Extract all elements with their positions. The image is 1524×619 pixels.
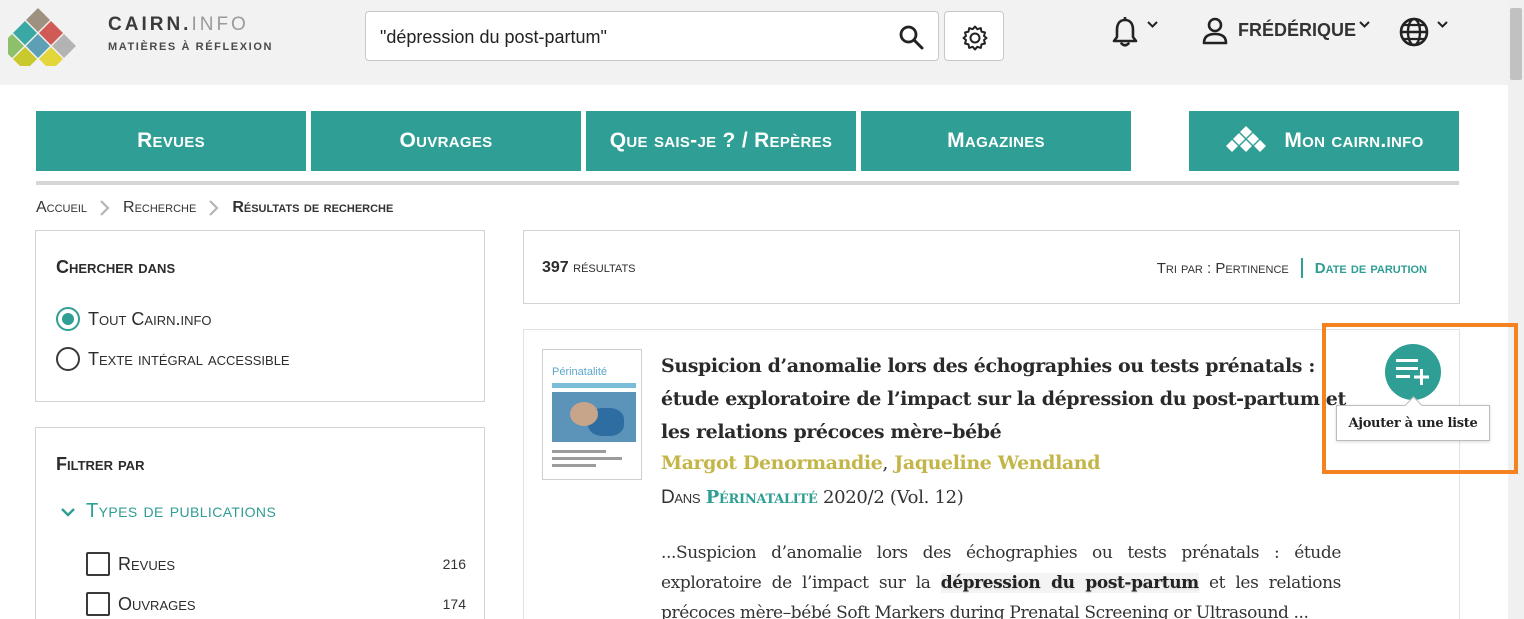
search-icon[interactable] [898, 24, 924, 50]
radio-full-text[interactable]: Texte intégral accessible [56, 347, 290, 371]
filter-title: Filtrer par [56, 454, 145, 474]
filter-option-count: 216 [442, 556, 466, 572]
cover-photo [552, 392, 636, 442]
chevron-down-icon [1147, 21, 1158, 28]
playlist-add-icon [1396, 359, 1429, 385]
cover-line [552, 464, 596, 467]
notifications-button[interactable] [1110, 16, 1162, 50]
breadcrumb-home[interactable]: Accueil [36, 199, 87, 217]
breadcrumb: Accueil Recherche Résultats de recherche [36, 199, 393, 217]
author-separator: , [882, 452, 889, 474]
result-authors: Margot Denormandie, Jaqueline Wendland [661, 452, 1101, 474]
result-snippet: ...Suspicion d’anomalie lors des échogra… [661, 543, 1341, 619]
cover-line [552, 450, 606, 453]
add-to-list-button[interactable] [1385, 344, 1441, 400]
facet-publication-types[interactable]: Types de publications [60, 500, 276, 523]
result-title-link[interactable]: Suspicion d’anomalie lors des échographi… [661, 350, 1351, 449]
checkbox[interactable] [86, 552, 110, 576]
filter-option-revues[interactable]: Revues 216 [86, 551, 466, 577]
author-link[interactable]: Margot Denormandie [661, 452, 883, 474]
language-button[interactable] [1398, 16, 1452, 50]
logo-wordmark[interactable]: CAIRN.INFO [108, 14, 249, 36]
sort-by-date-link[interactable]: Date de parution [1315, 260, 1427, 277]
issue-info: 2020/2 (Vol. 12) [822, 487, 964, 508]
search-input[interactable] [380, 24, 880, 50]
nav-que-sais-je[interactable]: Que sais-je ? / Repères [586, 111, 856, 171]
filter-option-ouvrages[interactable]: Ouvrages 174 [86, 591, 466, 617]
results-toolbar: 397 résultats Tri par : Pertinence Date … [523, 230, 1460, 304]
cover-title: Périnatalité [552, 366, 608, 378]
radio-button[interactable] [56, 307, 80, 331]
add-to-list-tooltip: Ajouter à une liste [1336, 405, 1490, 441]
radio-label: Texte intégral accessible [88, 348, 290, 369]
journal-cover-image[interactable]: Périnatalité [542, 349, 642, 480]
author-link[interactable]: Jaqueline Wendland [894, 452, 1100, 474]
cairn-logo[interactable] [8, 8, 92, 66]
nav-divider [36, 181, 1459, 185]
chevron-right-icon [209, 200, 219, 216]
facet-title: Types de publications [86, 500, 277, 522]
filter-option-label: Revues [118, 553, 176, 574]
nav-mon-cairn[interactable]: Mon cairn.info [1189, 111, 1459, 171]
sort-divider [1300, 258, 1303, 278]
snippet-highlight: dépression du post-partum [940, 573, 1199, 593]
result-card: Périnatalité Suspicion d’anomalie lors d… [523, 329, 1460, 619]
search-scope-title: Chercher dans [56, 257, 176, 277]
journal-link[interactable]: Périnatalité [706, 487, 818, 508]
source-prefix: Dans [661, 487, 701, 508]
breadcrumb-current: Résultats de recherche [232, 199, 394, 216]
nav-revues[interactable]: Revues [36, 111, 306, 171]
filter-option-count: 174 [442, 596, 466, 612]
filter-panel: Filtrer par Types de publications Revues… [35, 427, 485, 619]
nav-magazines[interactable]: Magazines [861, 111, 1131, 171]
search-settings-button[interactable] [944, 11, 1004, 61]
nav-ouvrages[interactable]: Ouvrages [311, 111, 581, 171]
user-menu[interactable]: FRÉDÉRIQUE [1200, 16, 1371, 50]
filter-option-label: Ouvrages [118, 593, 196, 614]
chevron-right-icon [100, 200, 110, 216]
search-scope-panel: Chercher dans Tout Cairn.info Texte inté… [35, 230, 485, 402]
radio-all-cairn[interactable]: Tout Cairn.info [56, 307, 212, 331]
sort-control: Tri par : Pertinence Date de parution [1157, 258, 1427, 278]
user-icon [1202, 17, 1228, 45]
page-scrollbar[interactable] [1508, 0, 1524, 619]
cover-line [552, 457, 622, 460]
scrollbar-thumb[interactable] [1510, 8, 1522, 80]
search-box [365, 11, 939, 61]
radio-button[interactable] [56, 347, 80, 371]
sort-current: Tri par : Pertinence [1156, 259, 1289, 277]
radio-label: Tout Cairn.info [88, 308, 212, 329]
cairn-diamonds-icon [1226, 126, 1267, 152]
bell-icon [1112, 17, 1138, 47]
nav-mon-cairn-label: Mon cairn.info [1284, 129, 1424, 152]
chevron-down-icon [1359, 21, 1370, 28]
breadcrumb-search[interactable]: Recherche [123, 199, 196, 217]
logo-tagline: MATIÈRES À RÉFLEXION [108, 41, 274, 53]
gear-icon [962, 25, 988, 51]
checkbox[interactable] [86, 592, 110, 616]
results-count: 397 résultats [542, 259, 636, 276]
chevron-down-icon [61, 507, 75, 517]
cover-band [552, 383, 636, 388]
chevron-down-icon [1437, 21, 1448, 28]
globe-icon [1399, 17, 1429, 47]
result-source: Dans Périnatalité 2020/2 (Vol. 12) [661, 487, 964, 509]
user-name: FRÉDÉRIQUE [1238, 20, 1357, 40]
